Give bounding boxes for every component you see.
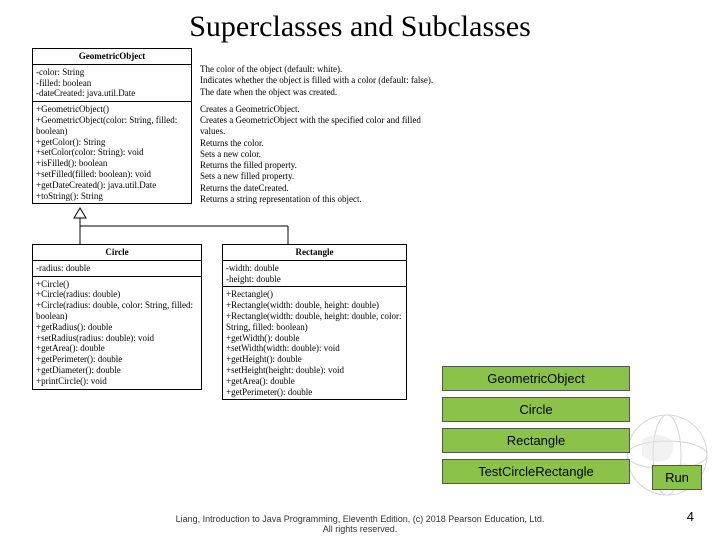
link-buttons: GeometricObject Circle Rectangle TestCir… xyxy=(442,366,630,490)
uml-ops: +Rectangle() +Rectangle(width: double, h… xyxy=(223,287,406,399)
uml-header: Circle xyxy=(33,245,201,261)
testcirclerectangle-button[interactable]: TestCircleRectangle xyxy=(442,459,630,484)
uml-ops: +GeometricObject() +GeometricObject(colo… xyxy=(33,102,191,203)
circle-button[interactable]: Circle xyxy=(442,397,630,422)
run-button[interactable]: Run xyxy=(652,465,702,490)
uml-header: GeometricObject xyxy=(33,49,191,65)
uml-ops: +Circle() +Circle(radius: double) +Circl… xyxy=(33,277,201,389)
page-title: Superclasses and Subclasses xyxy=(0,0,720,44)
inheritance-arrows xyxy=(32,206,352,246)
uml-attrs: -width: double -height: double xyxy=(223,261,406,288)
uml-attrs: -radius: double xyxy=(33,261,201,277)
rectangle-button[interactable]: Rectangle xyxy=(442,428,630,453)
uml-header: Rectangle xyxy=(223,245,406,261)
uml-rectangle: Rectangle -width: double -height: double… xyxy=(222,244,407,400)
uml-circle: Circle -radius: double +Circle() +Circle… xyxy=(32,244,202,390)
geometricobject-button[interactable]: GeometricObject xyxy=(442,366,630,391)
uml-attrs: -color: String -filled: boolean -dateCre… xyxy=(33,65,191,102)
footer-copyright: Liang, Introduction to Java Programming,… xyxy=(0,514,720,534)
uml-notes: The color of the object (default: white)… xyxy=(200,64,433,205)
uml-geometricobject: GeometricObject -color: String -filled: … xyxy=(32,48,192,204)
